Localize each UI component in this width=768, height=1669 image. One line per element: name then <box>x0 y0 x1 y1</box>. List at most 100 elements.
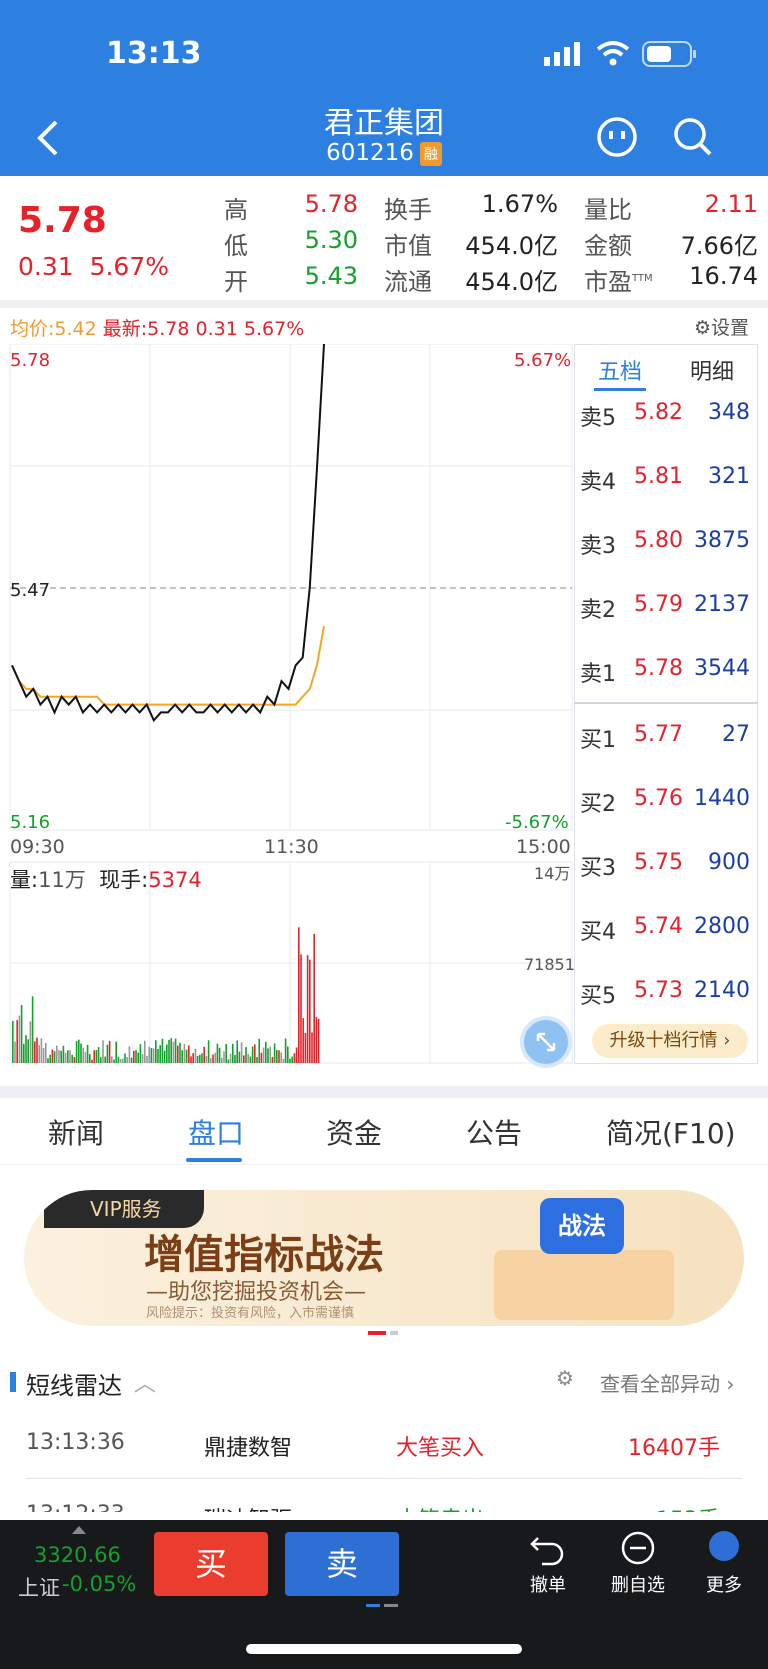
expand-chart-button[interactable] <box>520 1016 572 1068</box>
upgrade-level10-button[interactable]: 升级十档行情 › <box>592 1024 748 1058</box>
volume-bar <box>168 1039 170 1063</box>
more-button[interactable]: 更多 <box>684 1530 764 1597</box>
volume-bar <box>273 1043 276 1063</box>
volume-bar <box>210 1058 212 1063</box>
volume-bar <box>51 1049 54 1063</box>
buy-button[interactable]: 买 <box>154 1532 268 1596</box>
volume-bar <box>300 954 302 1063</box>
volume-label: 量: <box>10 868 39 892</box>
zhanfa-badge: 战法 <box>540 1198 624 1254</box>
volume-bar <box>265 1041 267 1063</box>
volume-bar <box>130 1057 133 1063</box>
tab-details[interactable]: 明细 <box>690 354 734 386</box>
tab-news[interactable]: 新闻 <box>48 1112 104 1152</box>
volume-bar <box>313 933 315 1063</box>
assistant-icon[interactable] <box>596 116 638 158</box>
volume-bar <box>205 1056 208 1063</box>
change-pct: 5.67% <box>89 252 169 281</box>
ask-row[interactable]: 卖4 5.81 321 <box>578 458 756 498</box>
bid-row[interactable]: 买4 5.74 2800 <box>578 908 756 948</box>
volume-bar <box>227 1059 230 1063</box>
volume-bar <box>199 1054 201 1063</box>
volume-bar <box>311 1032 313 1063</box>
volume-bar <box>201 1053 203 1063</box>
stat-value: 454.0亿 <box>465 268 558 296</box>
volume-bar <box>27 1039 29 1063</box>
level-volume: 2137 <box>694 592 750 617</box>
cancel-order-button[interactable]: 撤单 <box>508 1530 588 1597</box>
clip-mask <box>0 1512 768 1520</box>
level-price: 5.77 <box>634 722 683 747</box>
volume-bar <box>124 1053 126 1063</box>
sell-button[interactable]: 卖 <box>285 1532 399 1596</box>
vip-banner[interactable]: VIP服务 增值指标战法 —助您挖掘投资机会— 风险提示：投资有风险，入市需谨慎… <box>24 1190 744 1326</box>
bid-row[interactable]: 买5 5.73 2140 <box>578 972 756 1012</box>
volume-bar <box>298 927 300 1063</box>
remove-watchlist-button[interactable]: 删自选 <box>598 1530 678 1597</box>
expand-up-icon[interactable] <box>72 1526 86 1534</box>
index-change: -0.05% <box>62 1572 137 1596</box>
bid-row[interactable]: 买1 5.77 27 <box>578 716 756 756</box>
volume-bar <box>135 1050 137 1063</box>
radar-row[interactable]: 13:13:36 鼎捷数智 大笔买入 16407手 <box>0 1408 768 1476</box>
chart-settings-button[interactable]: ⚙设置 <box>694 313 749 340</box>
radar-stock: 鼎捷数智 <box>204 1436 293 1461</box>
index-name: 上证 <box>18 1576 60 1600</box>
volume-bar <box>214 1052 216 1063</box>
divider <box>0 300 768 308</box>
volume-bar <box>234 1054 236 1063</box>
volume-bar <box>75 1041 78 1063</box>
volume-bar <box>236 1040 238 1063</box>
volume-bar <box>23 1043 25 1063</box>
volume-bar <box>295 1047 298 1063</box>
intraday-chart[interactable] <box>0 344 574 1064</box>
volume-bar <box>42 1048 45 1063</box>
gear-icon: ⚙ <box>694 317 712 339</box>
stat-label: 量比 <box>584 196 632 224</box>
level-label: 卖5 <box>580 406 616 431</box>
carousel-dot <box>390 1331 398 1335</box>
volume-axis-mid: 71851 <box>524 955 575 974</box>
expand-icon <box>536 1032 556 1052</box>
bid-row[interactable]: 买2 5.76 1440 <box>578 780 756 820</box>
volume-bar <box>38 1045 40 1063</box>
volume-bar <box>152 1048 155 1063</box>
volume-bar <box>36 1037 38 1063</box>
volume-bar <box>183 1044 186 1063</box>
bid-row[interactable]: 买3 5.75 900 <box>578 844 756 884</box>
volume-bar <box>20 1005 23 1063</box>
x-tick: 09:30 <box>10 836 65 858</box>
ask-row[interactable]: 卖2 5.79 2137 <box>578 586 756 626</box>
level-volume: 321 <box>708 464 750 489</box>
volume-bar <box>188 1045 190 1063</box>
tab-profile-f10[interactable]: 简况(F10) <box>606 1112 736 1152</box>
tab-announcements[interactable]: 公告 <box>466 1112 522 1152</box>
level-volume: 3544 <box>694 656 750 681</box>
ask-row[interactable]: 卖3 5.80 3875 <box>578 522 756 562</box>
now-hand-label: 现手: <box>99 868 149 892</box>
order-book <box>574 344 758 1064</box>
price-change: 0.31 5.67% <box>18 252 169 281</box>
volume-bar <box>174 1038 177 1063</box>
volume-bar <box>225 1044 227 1063</box>
volume-bar <box>271 1056 274 1063</box>
volume-bar <box>67 1050 69 1063</box>
tab-capital[interactable]: 资金 <box>326 1112 382 1152</box>
view-all-moves-link[interactable]: 查看全部异动 › <box>600 1368 734 1397</box>
search-icon[interactable] <box>672 116 714 158</box>
tab-five-levels[interactable]: 五档 <box>598 354 642 386</box>
volume-bar <box>100 1057 102 1063</box>
volume-bars <box>12 927 320 1063</box>
tab-order-book[interactable]: 盘口 <box>188 1112 244 1152</box>
ask-row[interactable]: 卖1 5.78 3544 <box>578 650 756 690</box>
divider <box>26 1478 742 1479</box>
ask-row[interactable]: 卖5 5.82 348 <box>578 394 756 434</box>
radar-settings-icon[interactable]: ⚙ <box>556 1366 574 1390</box>
stat-label: 市盈TTM <box>584 262 653 297</box>
volume-bar <box>260 1052 263 1063</box>
volume-bar <box>170 1038 172 1063</box>
chevron-up-icon[interactable]: ︿ <box>134 1366 156 1398</box>
volume-bar <box>133 1050 135 1063</box>
volume-bar <box>181 1050 183 1063</box>
volume-bar <box>14 1041 16 1063</box>
